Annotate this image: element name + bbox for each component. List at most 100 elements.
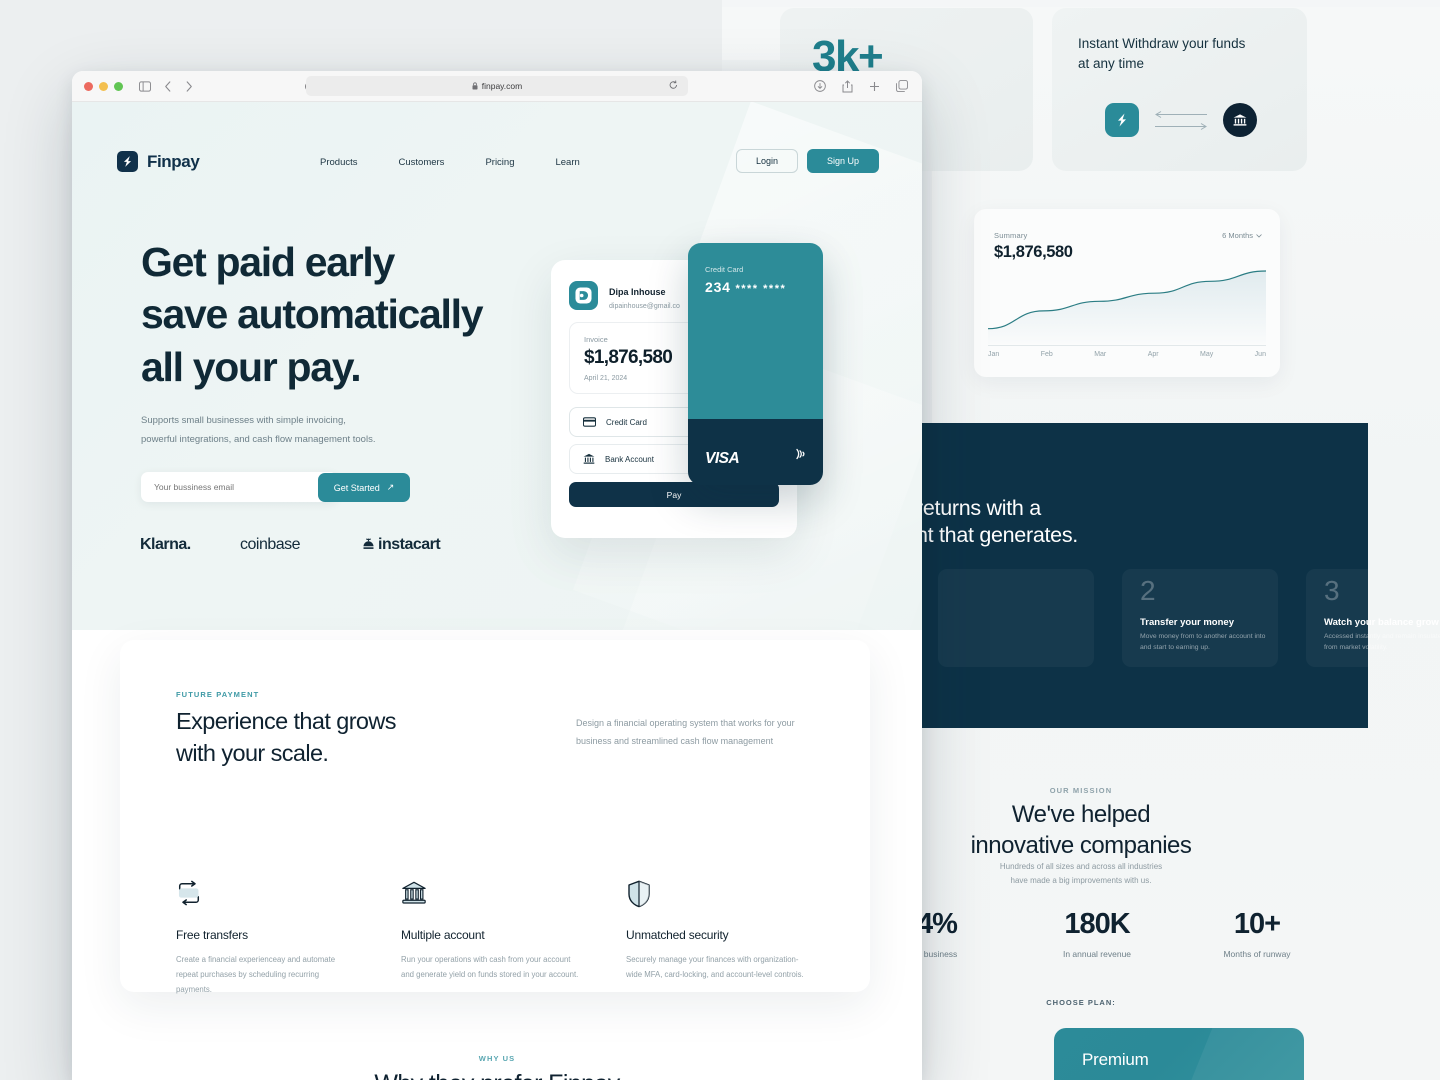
new-tab-icon[interactable] [869, 81, 880, 92]
bg-dark-card-title: Transfer your money [1140, 617, 1234, 628]
bg-dark-card-list: 2 Transfer your money Move money from to… [938, 569, 1440, 667]
brand-name: Finpay [147, 151, 200, 171]
login-button[interactable]: Login [736, 149, 798, 173]
nav-link-learn[interactable]: Learn [555, 157, 579, 168]
nav-link-customers[interactable]: Customers [399, 157, 445, 168]
pay-button[interactable]: Pay [569, 482, 779, 507]
bg-instant-title-line2: at any time [1078, 56, 1145, 72]
finpay-mark-icon [1105, 103, 1139, 137]
credit-card-icon [583, 417, 596, 427]
invoice-amount: $1,876,580 [584, 347, 673, 368]
share-icon[interactable] [842, 79, 853, 93]
bg-dark-heading-line1: returns with a [916, 496, 1041, 520]
bg-mission-stats: 4% e business 180K In annual revenue 10+… [862, 908, 1332, 959]
window-traffic-lights[interactable] [84, 81, 123, 91]
feature-title: Free transfers [176, 928, 248, 942]
forward-icon[interactable] [185, 80, 193, 92]
browser-toolbar: finpay.com [72, 71, 922, 102]
nav-link-products[interactable]: Products [320, 157, 358, 168]
sidebar-icon[interactable] [139, 80, 151, 92]
why-us-title: Why they prefer Finpay [72, 1070, 922, 1080]
navbar-actions: Login Sign Up [736, 149, 879, 173]
tab-overview-icon[interactable] [896, 80, 908, 92]
avatar [569, 281, 598, 310]
bg-instant-title-line1: Instant Withdraw your funds [1078, 36, 1246, 51]
site-navbar: Finpay Products Customers Pricing Learn … [72, 102, 922, 192]
summary-range-label: 6 Months [1222, 231, 1253, 240]
back-icon[interactable] [164, 80, 172, 92]
screenshot-root: 3k+ dy running Instant Withdraw your fun… [0, 0, 1440, 1080]
contactless-icon [793, 446, 809, 467]
lock-icon [472, 77, 478, 95]
credit-card-masked: **** **** [735, 283, 787, 295]
chevron-down-icon [1256, 233, 1262, 238]
payment-user-row: Dipa Inhouse dipainhouse@gmail.co [569, 281, 680, 310]
bg-dark-heading: returns with a nt that generates. [916, 495, 1386, 548]
feature-column-unmatched-security: Unmatched security Securely manage your … [626, 880, 851, 998]
bg-mission-stat-label: In annual revenue [1062, 949, 1132, 959]
nav-link-pricing[interactable]: Pricing [485, 157, 514, 168]
navbar-links: Products Customers Pricing Learn [320, 157, 580, 168]
reload-icon[interactable] [669, 80, 678, 90]
hero-title-line2: save automatically [141, 291, 484, 338]
brand-logo[interactable]: Finpay [117, 151, 200, 172]
browser-window: finpay.com Finpay Products Customers Pri… [72, 71, 922, 1080]
visa-logo: VISA [705, 450, 740, 467]
future-payment-title-line2: with your scale. [176, 739, 329, 766]
bg-dark-card [938, 569, 1094, 667]
feature-columns: Free transfers Create a financial experi… [176, 880, 851, 998]
get-started-button[interactable]: Get Started ↗ [318, 473, 410, 502]
downloads-icon[interactable] [814, 80, 826, 92]
email-signup-form [141, 472, 337, 502]
chart-x-tick: Jun [1254, 351, 1266, 358]
feature-column-multiple-account: Multiple account Run your operations wit… [401, 880, 626, 998]
chart-axis-line [988, 345, 1266, 346]
future-payment-eyebrow: FUTURE PAYMENT [176, 690, 260, 699]
summary-chart-plot [987, 264, 1267, 344]
minimize-icon[interactable] [99, 81, 108, 91]
klarna-logo: Klarna. [140, 536, 191, 553]
bg-dark-section: returns with a nt that generates. 2 Tran… [916, 423, 1440, 728]
credit-card-label: Credit Card [705, 265, 744, 274]
bg-dark-heading-line2: nt that generates. [916, 522, 1078, 547]
hero-subtitle-line2: powerful integrations, and cash flow man… [141, 433, 376, 445]
close-icon[interactable] [84, 81, 93, 91]
bg-instant-title: Instant Withdraw your funds at any time [1078, 34, 1278, 75]
email-input[interactable] [154, 482, 314, 492]
partner-logos: Klarna. coinbase instacart [140, 536, 441, 554]
payment-user-name: Dipa Inhouse [609, 286, 666, 297]
bg-dark-card: 2 Transfer your money Move money from to… [1122, 569, 1278, 667]
feature-text: Securely manage your finances with organ… [626, 955, 804, 980]
bank-icon [583, 453, 595, 465]
hero-title-line3: all your pay. [141, 343, 362, 390]
arrow-right-icon [1155, 122, 1207, 130]
chart-x-tick: Apr [1147, 351, 1159, 358]
bg-mission-stat: 180K In annual revenue [1022, 908, 1172, 959]
bg-dark-card-number: 2 [1140, 575, 1156, 606]
bg-mission-stat-number: 180K [1064, 908, 1130, 940]
address-bar[interactable]: finpay.com [306, 76, 688, 96]
summary-value: $1,876,580 [994, 243, 1073, 261]
bg-mission-sub-line1: Hundreds of all sizes and across all ind… [999, 862, 1163, 871]
hero-title: Get paid early save automatically all yo… [141, 236, 561, 393]
bg-instant-icon-row [1105, 103, 1257, 137]
signup-button[interactable]: Sign Up [807, 149, 879, 173]
instacart-wordmark: instacart [378, 536, 441, 553]
shield-icon [626, 880, 851, 914]
maximize-icon[interactable] [114, 81, 123, 91]
hero-title-line1: Get paid early [141, 239, 395, 285]
bg-dark-card-text: Accessed instantly and remain insulated … [1324, 633, 1440, 651]
bg-mission-title-line2: innovative companies [970, 831, 1192, 859]
finpay-mark-icon [117, 151, 138, 172]
credit-card-visual: Credit Card 234 **** **** VISA [688, 243, 823, 485]
bg-dark-card: 3 Watch your balance grow Accessed insta… [1306, 569, 1440, 667]
bg-premium-plan-card[interactable]: Premium [1054, 1028, 1304, 1080]
bg-transfer-arrows [1153, 110, 1209, 130]
payment-user-email: dipainhouse@gmail.co [609, 302, 680, 310]
payment-user-info: Dipa Inhouse dipainhouse@gmail.co [609, 282, 680, 310]
future-payment-title: Experience that grows with your scale. [176, 706, 506, 770]
future-payment-card: FUTURE PAYMENT Experience that grows wit… [120, 640, 870, 994]
hero-subtitle: Supports small businesses with simple in… [141, 412, 441, 449]
chart-x-ticks: Jan Feb Mar Apr May Jun [988, 351, 1266, 358]
summary-range-selector[interactable]: 6 Months [1222, 231, 1262, 240]
